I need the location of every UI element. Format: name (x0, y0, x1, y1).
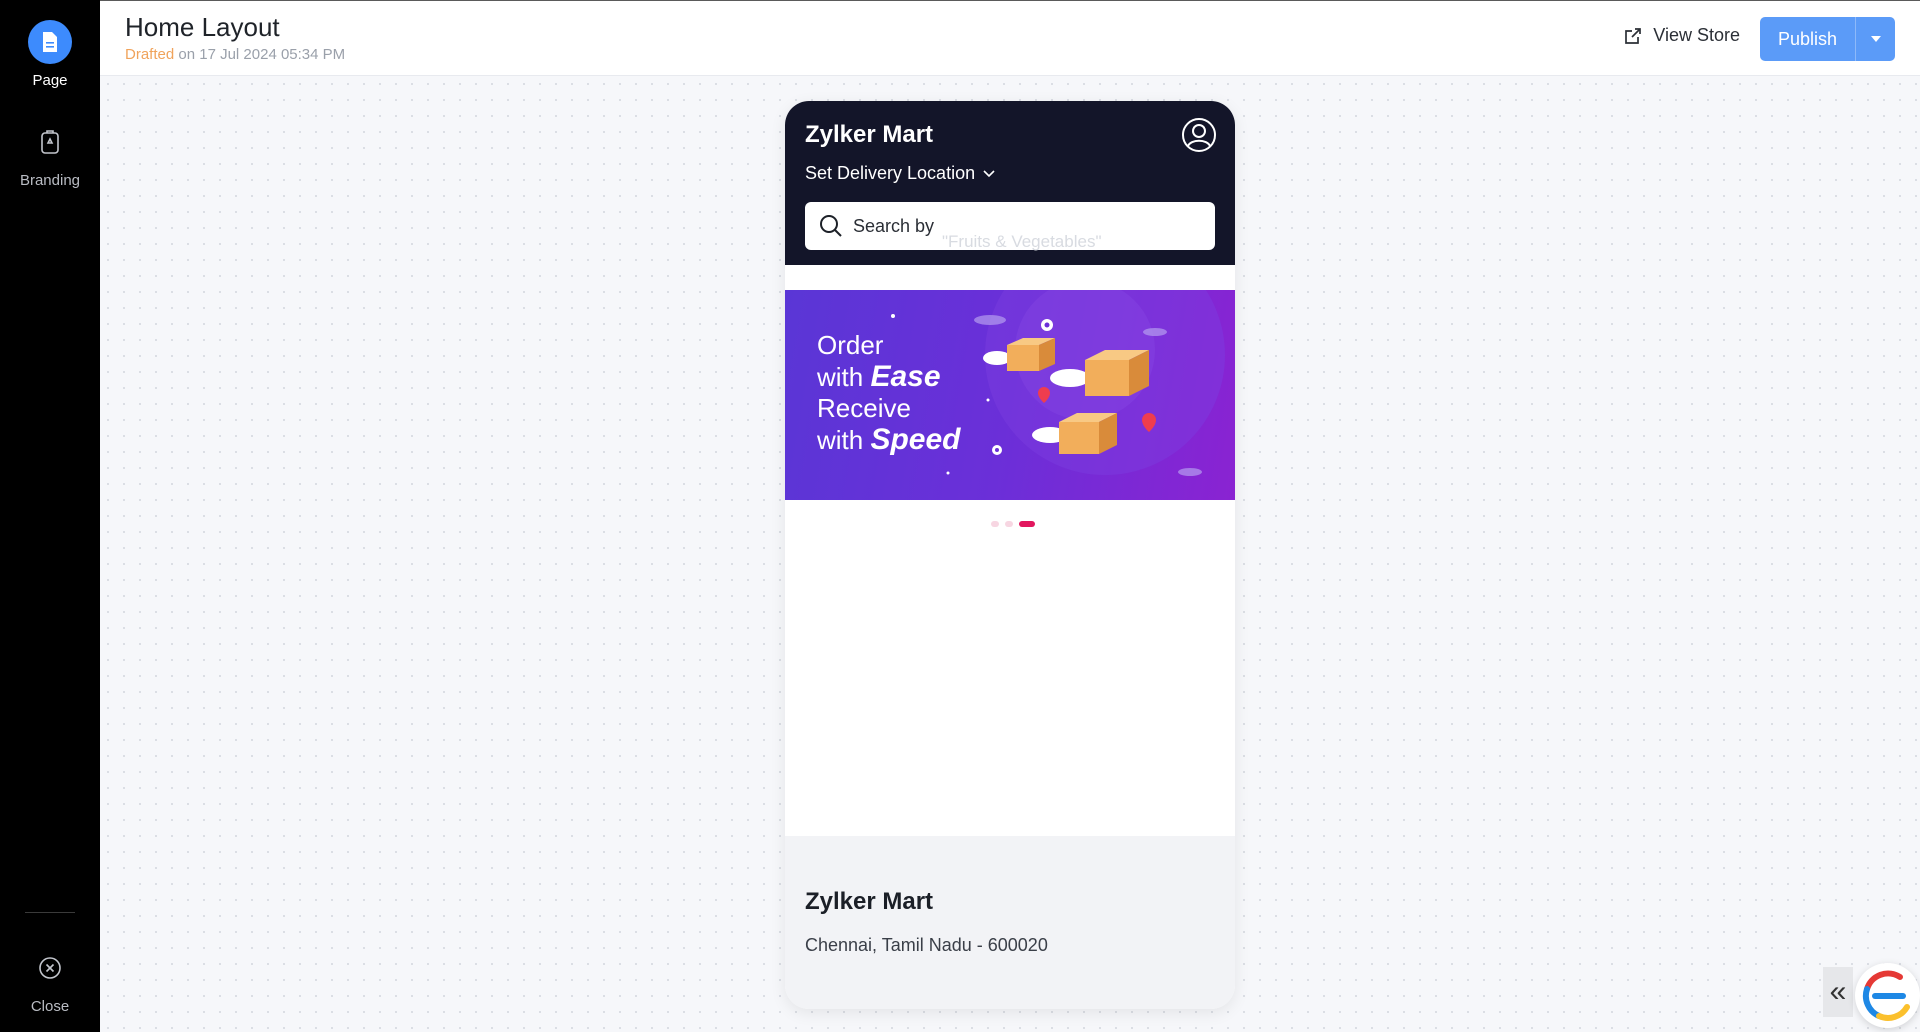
draft-timestamp: on 17 Jul 2024 05:34 PM (174, 46, 346, 63)
search-placeholder: Search by (853, 216, 935, 236)
banner-line-3: Receive (817, 393, 911, 423)
carousel-indicators (991, 521, 1035, 527)
carousel-dot-1[interactable] (991, 521, 999, 527)
carousel-dot-2[interactable] (1005, 521, 1013, 527)
delivery-location-label: Set Delivery Location (805, 163, 976, 183)
store-name: Zylker Mart (805, 121, 934, 148)
chevron-down-icon (983, 169, 995, 177)
draft-info: Drafted on 17 Jul 2024 05:34 PM (125, 46, 345, 63)
assistant-widget[interactable] (1855, 963, 1920, 1028)
mobile-preview: Zylker Mart Set Delivery Location Search… (785, 101, 1235, 1009)
footer-address: Chennai, Tamil Nadu - 600020 (805, 935, 1048, 955)
double-chevron-left-icon: « (1829, 975, 1847, 1008)
carousel-dot-3[interactable] (1019, 521, 1035, 527)
store-footer: Zylker Mart Chennai, Tamil Nadu - 600020 (785, 836, 1235, 1009)
banner-line-4: with Speed (817, 423, 961, 456)
account-icon[interactable] (1181, 117, 1217, 153)
rail-item-page[interactable]: Page (0, 20, 100, 89)
publish-button[interactable]: Publish (1760, 17, 1855, 61)
rail-label-branding: Branding (19, 172, 81, 189)
search-rotating-hint: "Fruits & Vegetables" (942, 232, 1102, 251)
left-rail: Page Branding Close (0, 0, 100, 1032)
close-button[interactable]: Close (0, 946, 100, 1015)
search-input[interactable]: Search by "Fruits & Vegetables" (805, 202, 1215, 251)
page-title: Home Layout (125, 12, 280, 42)
caret-down-icon (1870, 36, 1881, 42)
promo-banner[interactable]: Order with Ease Receive with Speed (785, 290, 1235, 500)
brand-logo-icon (1862, 970, 1910, 1021)
store-header: Zylker Mart Set Delivery Location Search… (785, 101, 1235, 265)
rail-label-page: Page (32, 72, 68, 89)
rail-divider (25, 912, 75, 913)
footer-store-name: Zylker Mart (805, 888, 934, 915)
delivery-location-dropdown[interactable]: Set Delivery Location (805, 163, 995, 184)
rail-item-branding[interactable]: Branding (0, 120, 100, 189)
banner-line-2: with Ease (817, 360, 941, 393)
draft-status: Drafted (125, 46, 175, 63)
close-label: Close (30, 998, 70, 1015)
page-icon (28, 20, 72, 64)
view-store-link[interactable]: View Store (1623, 25, 1740, 46)
banner-text: Order with Ease Receive with Speed (817, 330, 961, 456)
collapse-panel-button[interactable]: « (1823, 967, 1853, 1017)
close-icon (28, 946, 72, 990)
external-link-icon (1625, 27, 1642, 44)
search-icon (820, 215, 842, 237)
banner-line-1: Order (817, 330, 884, 360)
publish-split-button: Publish (1759, 17, 1895, 61)
branding-icon (28, 120, 72, 164)
publish-options-button[interactable] (1855, 17, 1895, 61)
view-store-label: View Store (1653, 25, 1740, 45)
top-header: Home Layout Drafted on 17 Jul 2024 05:34… (100, 0, 1920, 76)
